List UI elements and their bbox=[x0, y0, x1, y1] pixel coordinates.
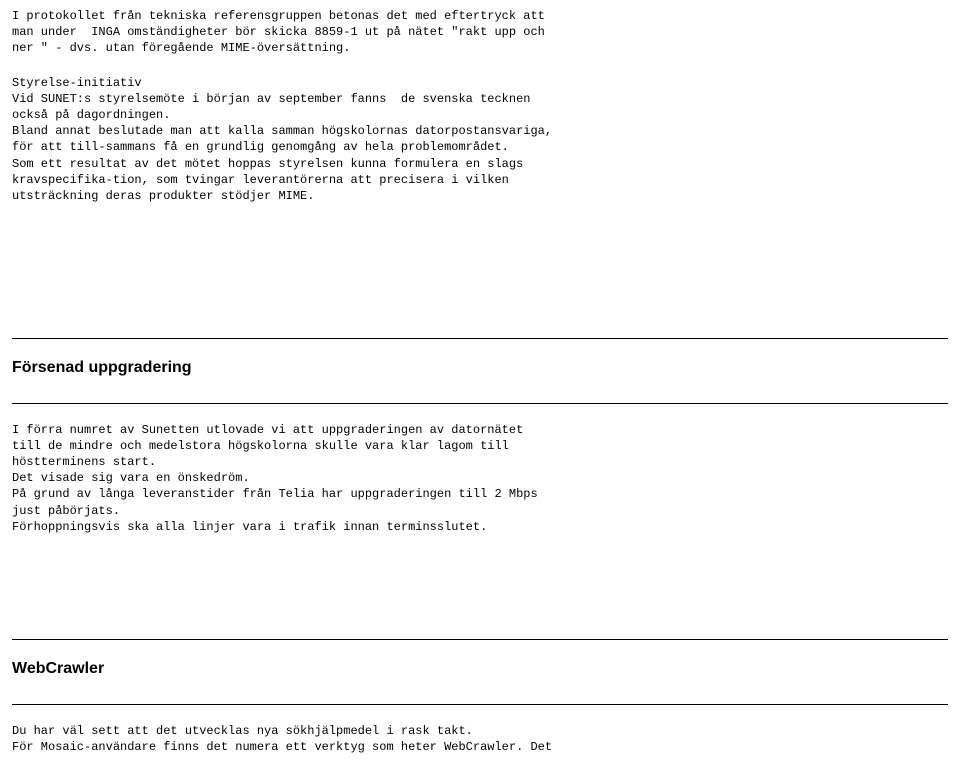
divider bbox=[12, 403, 948, 404]
heading-forsenad-uppgradering: Försenad uppgradering bbox=[12, 357, 948, 379]
divider bbox=[12, 704, 948, 705]
heading-webcrawler: WebCrawler bbox=[12, 658, 948, 680]
divider bbox=[12, 639, 948, 640]
section-forsenad-body: I förra numret av Sunetten utlovade vi a… bbox=[12, 422, 948, 535]
intro-paragraph-2: Styrelse-initiativ Vid SUNET:s styrelsem… bbox=[12, 75, 948, 205]
intro-paragraph-1: I protokollet från tekniska referensgrup… bbox=[12, 8, 948, 57]
divider bbox=[12, 338, 948, 339]
section-webcrawler-body: Du har väl sett att det utvecklas nya sö… bbox=[12, 723, 948, 755]
